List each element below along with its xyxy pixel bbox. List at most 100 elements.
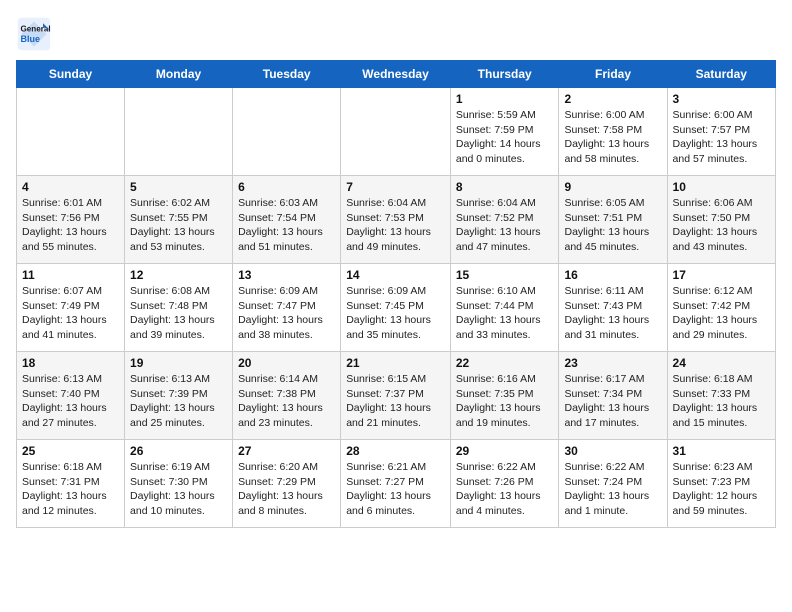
calendar-week-row: 25 Sunrise: 6:18 AMSunset: 7:31 PMDayligh… <box>17 440 776 528</box>
day-number: 5 <box>130 180 227 194</box>
day-info: Sunrise: 6:09 AMSunset: 7:47 PMDaylight:… <box>238 284 335 343</box>
day-info: Sunrise: 6:01 AMSunset: 7:56 PMDaylight:… <box>22 196 119 255</box>
day-info: Sunrise: 6:10 AMSunset: 7:44 PMDaylight:… <box>456 284 554 343</box>
day-info: Sunrise: 6:16 AMSunset: 7:35 PMDaylight:… <box>456 372 554 431</box>
day-number: 30 <box>564 444 661 458</box>
calendar-week-row: 4 Sunrise: 6:01 AMSunset: 7:56 PMDaylight… <box>17 176 776 264</box>
calendar-day-9: 9 Sunrise: 6:05 AMSunset: 7:51 PMDaylight… <box>559 176 667 264</box>
calendar-day-7: 7 Sunrise: 6:04 AMSunset: 7:53 PMDaylight… <box>341 176 451 264</box>
calendar-table: SundayMondayTuesdayWednesdayThursdayFrid… <box>16 60 776 528</box>
calendar-day-4: 4 Sunrise: 6:01 AMSunset: 7:56 PMDaylight… <box>17 176 125 264</box>
day-number: 1 <box>456 92 554 106</box>
day-number: 11 <box>22 268 119 282</box>
day-number: 29 <box>456 444 554 458</box>
day-info: Sunrise: 5:59 AMSunset: 7:59 PMDaylight:… <box>456 108 554 167</box>
day-number: 13 <box>238 268 335 282</box>
day-info: Sunrise: 6:09 AMSunset: 7:45 PMDaylight:… <box>346 284 445 343</box>
day-info: Sunrise: 6:13 AMSunset: 7:39 PMDaylight:… <box>130 372 227 431</box>
day-number: 9 <box>564 180 661 194</box>
calendar-day-26: 26Sunrise: 6:19 AMSunset: 7:30 PMDayligh… <box>125 440 233 528</box>
calendar-day-19: 19 Sunrise: 6:13 AMSunset: 7:39 PMDayligh… <box>125 352 233 440</box>
day-info: Sunrise: 6:06 AMSunset: 7:50 PMDaylight:… <box>673 196 770 255</box>
day-info: Sunrise: 6:07 AMSunset: 7:49 PMDaylight:… <box>22 284 119 343</box>
calendar-day-22: 22 Sunrise: 6:16 AMSunset: 7:35 PMDayligh… <box>450 352 559 440</box>
day-number: 4 <box>22 180 119 194</box>
day-number: 16 <box>564 268 661 282</box>
calendar-day-13: 13 Sunrise: 6:09 AMSunset: 7:47 PMDayligh… <box>233 264 341 352</box>
day-number: 28 <box>346 444 445 458</box>
calendar-day-1: 1 Sunrise: 5:59 AMSunset: 7:59 PMDaylight… <box>450 88 559 176</box>
day-info: Sunrise: 6:12 AMSunset: 7:42 PMDaylight:… <box>673 284 770 343</box>
calendar-day-20: 20Sunrise: 6:14 AMSunset: 7:38 PMDayligh… <box>233 352 341 440</box>
day-info: Sunrise: 6:18 AMSunset: 7:31 PMDaylight:… <box>22 460 119 519</box>
day-number: 27 <box>238 444 335 458</box>
calendar-week-row: 11 Sunrise: 6:07 AMSunset: 7:49 PMDayligh… <box>17 264 776 352</box>
calendar-week-row: 18 Sunrise: 6:13 AMSunset: 7:40 PMDayligh… <box>17 352 776 440</box>
calendar-day-12: 12 Sunrise: 6:08 AMSunset: 7:48 PMDayligh… <box>125 264 233 352</box>
day-info: Sunrise: 6:19 AMSunset: 7:30 PMDaylight:… <box>130 460 227 519</box>
calendar-day-empty <box>233 88 341 176</box>
calendar-day-25: 25 Sunrise: 6:18 AMSunset: 7:31 PMDayligh… <box>17 440 125 528</box>
day-info: Sunrise: 6:15 AMSunset: 7:37 PMDaylight:… <box>346 372 445 431</box>
day-number: 15 <box>456 268 554 282</box>
day-info: Sunrise: 6:13 AMSunset: 7:40 PMDaylight:… <box>22 372 119 431</box>
day-info: Sunrise: 6:20 AMSunset: 7:29 PMDaylight:… <box>238 460 335 519</box>
calendar-week-row: 1 Sunrise: 5:59 AMSunset: 7:59 PMDaylight… <box>17 88 776 176</box>
day-info: Sunrise: 6:17 AMSunset: 7:34 PMDaylight:… <box>564 372 661 431</box>
day-number: 25 <box>22 444 119 458</box>
calendar-day-28: 28 Sunrise: 6:21 AMSunset: 7:27 PMDayligh… <box>341 440 451 528</box>
day-info: Sunrise: 6:11 AMSunset: 7:43 PMDaylight:… <box>564 284 661 343</box>
calendar-day-16: 16 Sunrise: 6:11 AMSunset: 7:43 PMDayligh… <box>559 264 667 352</box>
calendar-day-21: 21 Sunrise: 6:15 AMSunset: 7:37 PMDayligh… <box>341 352 451 440</box>
calendar-day-10: 10Sunrise: 6:06 AMSunset: 7:50 PMDayligh… <box>667 176 775 264</box>
logo: General Blue <box>16 16 56 52</box>
calendar-day-2: 2Sunrise: 6:00 AMSunset: 7:58 PMDaylight… <box>559 88 667 176</box>
day-info: Sunrise: 6:18 AMSunset: 7:33 PMDaylight:… <box>673 372 770 431</box>
day-number: 6 <box>238 180 335 194</box>
day-info: Sunrise: 6:08 AMSunset: 7:48 PMDaylight:… <box>130 284 227 343</box>
calendar-day-31: 31Sunrise: 6:23 AMSunset: 7:23 PMDayligh… <box>667 440 775 528</box>
day-header-sunday: Sunday <box>17 61 125 88</box>
day-number: 19 <box>130 356 227 370</box>
day-number: 8 <box>456 180 554 194</box>
calendar-day-8: 8Sunrise: 6:04 AMSunset: 7:52 PMDaylight… <box>450 176 559 264</box>
page-header: General Blue <box>16 16 776 52</box>
day-info: Sunrise: 6:23 AMSunset: 7:23 PMDaylight:… <box>673 460 770 519</box>
calendar-day-15: 15 Sunrise: 6:10 AMSunset: 7:44 PMDayligh… <box>450 264 559 352</box>
calendar-header-row: SundayMondayTuesdayWednesdayThursdayFrid… <box>17 61 776 88</box>
calendar-day-empty <box>125 88 233 176</box>
calendar-day-6: 6Sunrise: 6:03 AMSunset: 7:54 PMDaylight… <box>233 176 341 264</box>
day-header-wednesday: Wednesday <box>341 61 451 88</box>
day-number: 12 <box>130 268 227 282</box>
day-header-saturday: Saturday <box>667 61 775 88</box>
day-number: 24 <box>673 356 770 370</box>
day-info: Sunrise: 6:22 AMSunset: 7:26 PMDaylight:… <box>456 460 554 519</box>
calendar-day-empty <box>17 88 125 176</box>
day-info: Sunrise: 6:22 AMSunset: 7:24 PMDaylight:… <box>564 460 661 519</box>
day-header-thursday: Thursday <box>450 61 559 88</box>
calendar-day-5: 5 Sunrise: 6:02 AMSunset: 7:55 PMDaylight… <box>125 176 233 264</box>
day-info: Sunrise: 6:04 AMSunset: 7:53 PMDaylight:… <box>346 196 445 255</box>
day-number: 22 <box>456 356 554 370</box>
svg-text:Blue: Blue <box>21 34 41 44</box>
day-info: Sunrise: 6:00 AMSunset: 7:57 PMDaylight:… <box>673 108 770 167</box>
calendar-day-11: 11 Sunrise: 6:07 AMSunset: 7:49 PMDayligh… <box>17 264 125 352</box>
day-number: 3 <box>673 92 770 106</box>
day-header-friday: Friday <box>559 61 667 88</box>
day-info: Sunrise: 6:21 AMSunset: 7:27 PMDaylight:… <box>346 460 445 519</box>
calendar-day-3: 3 Sunrise: 6:00 AMSunset: 7:57 PMDaylight… <box>667 88 775 176</box>
calendar-day-24: 24 Sunrise: 6:18 AMSunset: 7:33 PMDayligh… <box>667 352 775 440</box>
day-info: Sunrise: 6:05 AMSunset: 7:51 PMDaylight:… <box>564 196 661 255</box>
day-number: 21 <box>346 356 445 370</box>
day-number: 14 <box>346 268 445 282</box>
day-number: 17 <box>673 268 770 282</box>
calendar-day-17: 17 Sunrise: 6:12 AMSunset: 7:42 PMDayligh… <box>667 264 775 352</box>
day-info: Sunrise: 6:14 AMSunset: 7:38 PMDaylight:… <box>238 372 335 431</box>
day-number: 23 <box>564 356 661 370</box>
day-header-monday: Monday <box>125 61 233 88</box>
calendar-day-empty <box>341 88 451 176</box>
day-number: 7 <box>346 180 445 194</box>
day-number: 18 <box>22 356 119 370</box>
calendar-day-29: 29 Sunrise: 6:22 AMSunset: 7:26 PMDayligh… <box>450 440 559 528</box>
day-info: Sunrise: 6:02 AMSunset: 7:55 PMDaylight:… <box>130 196 227 255</box>
